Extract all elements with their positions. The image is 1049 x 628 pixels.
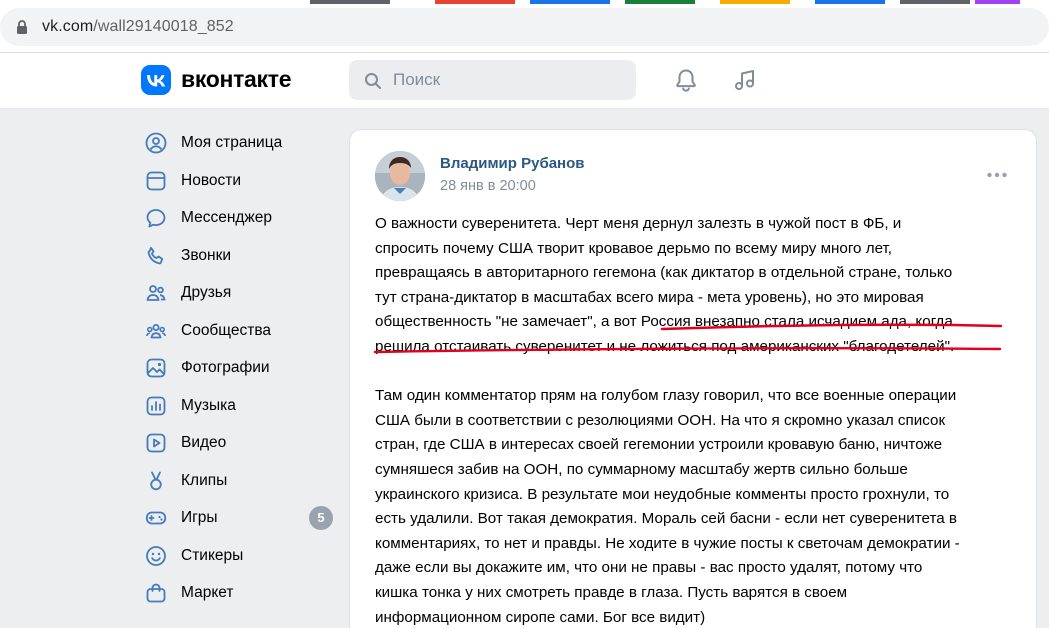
sidebar-item-photos[interactable]: Фотографии — [140, 349, 340, 387]
sidebar-item-label: Маркет — [181, 584, 234, 601]
sidebar-item-label: Сообщества — [181, 321, 272, 339]
sidebar-item-label: Фотографии — [181, 359, 270, 376]
sidebar-item-label: Моя страница — [181, 134, 283, 151]
market-bag-icon — [146, 583, 166, 603]
friends-icon — [146, 285, 166, 301]
sidebar-item-news[interactable]: Новости — [140, 162, 340, 200]
vk-top-header: вконтакте — [0, 53, 1049, 109]
sidebar-item-label: Новости — [181, 171, 242, 189]
smile-icon — [146, 545, 166, 566]
sidebar-item-video[interactable]: Видео — [140, 424, 340, 462]
post-author-name[interactable]: Владимир Рубанов — [440, 155, 585, 172]
music-note-icon — [146, 396, 166, 415]
sidebar-item-friends[interactable]: Друзья — [140, 274, 340, 312]
browser-tab-indicator — [530, 0, 610, 4]
sidebar-item-market[interactable]: Маркет — [140, 574, 340, 612]
lock-icon[interactable] — [14, 19, 30, 35]
sidebar-item-messenger[interactable]: Мессенджер — [140, 199, 340, 237]
sidebar-item-label: Музыка — [181, 396, 236, 414]
games-count-badge: 5 — [309, 506, 333, 530]
sidebar-item-label: Клипы — [181, 471, 228, 489]
news-icon — [146, 171, 166, 190]
browser-tab-indicator — [310, 0, 390, 4]
post-paragraph: О важности суверенитета. Черт меня дерну… — [375, 215, 955, 355]
bell-icon[interactable] — [673, 67, 699, 93]
sidebar-item-my-page[interactable]: Моя страница — [140, 124, 340, 162]
sidebar-item-stickers[interactable]: Стикеры — [140, 537, 340, 575]
sidebar-item-games[interactable]: Игры 5 — [140, 499, 340, 537]
browser-tab-indicator — [900, 0, 970, 4]
browser-tab-indicator — [625, 0, 695, 4]
browser-tab-indicator — [435, 0, 515, 4]
author-avatar[interactable] — [375, 151, 425, 201]
video-icon — [146, 433, 166, 453]
clips-icon — [150, 471, 162, 490]
sidebar-item-calls[interactable]: Звонки — [140, 237, 340, 275]
more-options-icon[interactable] — [986, 170, 1008, 180]
url-host: vk.com — [42, 18, 94, 35]
search-box[interactable] — [349, 60, 636, 100]
browser-tab-indicator — [720, 0, 790, 4]
sidebar-item-label: Стикеры — [181, 546, 244, 564]
sidebar-item-communities[interactable]: Сообщества — [140, 312, 340, 350]
vk-logo-text[interactable]: вконтакте — [181, 66, 292, 93]
music-icon[interactable] — [732, 67, 758, 93]
search-icon — [365, 73, 381, 89]
post-date[interactable]: 28 янв в 20:00 — [440, 178, 536, 194]
post-paragraph: Там один комментатор прям на голубом гла… — [375, 387, 960, 626]
browser-tab-indicator — [975, 0, 1020, 4]
url-text[interactable]: vk.com/wall29140018_852 — [42, 18, 234, 36]
message-icon — [146, 209, 166, 228]
vk-logo-icon[interactable] — [141, 65, 171, 95]
search-input[interactable] — [393, 60, 623, 100]
sidebar-item-label: Игры — [181, 509, 218, 526]
browser-tab-indicator — [815, 0, 885, 4]
url-path: /wall29140018_852 — [93, 18, 234, 35]
user-circle-icon — [145, 132, 167, 154]
phone-icon — [147, 246, 164, 264]
photo-icon — [146, 358, 166, 378]
sidebar-item-music[interactable]: Музыка — [140, 387, 340, 425]
sidebar-item-label: Мессенджер — [181, 209, 273, 226]
left-sidebar: Моя страница Новости Мессенджер Звонки Д… — [140, 124, 340, 612]
sidebar-item-clips[interactable]: Клипы — [140, 462, 340, 500]
url-field[interactable]: vk.com/wall29140018_852 — [0, 8, 1049, 46]
gamepad-icon — [145, 511, 167, 525]
post-text: О важности суверенитета. Черт меня дерну… — [375, 212, 1025, 628]
communities-icon — [146, 323, 166, 338]
sidebar-item-label: Звонки — [181, 246, 232, 264]
wall-post: Владимир Рубанов 28 янв в 20:00 О важнос… — [349, 129, 1037, 628]
sidebar-item-label: Видео — [181, 434, 227, 451]
browser-address-bar: vk.com/wall29140018_852 — [0, 0, 1049, 53]
sidebar-item-label: Друзья — [181, 284, 232, 301]
